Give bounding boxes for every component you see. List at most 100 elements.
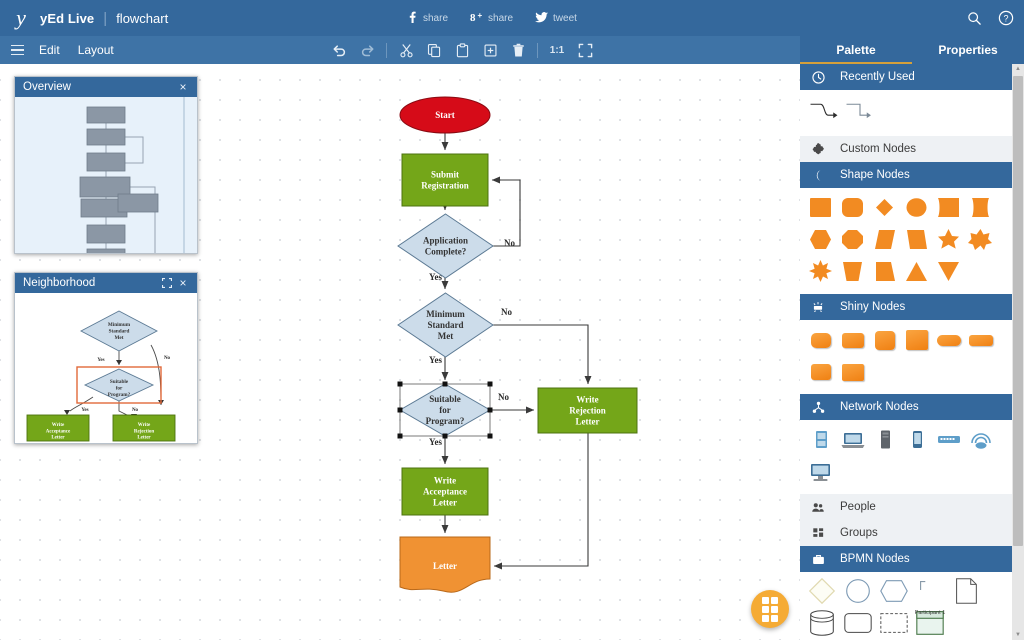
fit-content-button[interactable]: [571, 36, 599, 64]
palette-shape-node-14[interactable]: [871, 258, 899, 286]
palette-network-node-tower[interactable]: [871, 426, 899, 454]
flow-node-submit[interactable]: Submit Registration: [401, 153, 489, 207]
social-share-googleplus[interactable]: 8 + share: [470, 11, 513, 25]
palette-scroll-area[interactable]: Recently Used Custom Nodes Shape Nodes Shin…: [800, 64, 1012, 640]
neighborhood-panel[interactable]: Neighborhood × Minimum Standard Met Suitabl…: [14, 272, 198, 444]
palette-network-node-wifi[interactable]: [967, 426, 995, 454]
palette-shiny-node-1[interactable]: [839, 326, 867, 354]
palette-shape-node-0[interactable]: [807, 194, 835, 222]
palette-shiny-node-5[interactable]: [967, 326, 995, 354]
selection-handle[interactable]: [397, 407, 403, 413]
delete-button[interactable]: [504, 36, 532, 64]
palette-shape-node-9[interactable]: [903, 226, 931, 254]
flow-node-letter[interactable]: Letter: [399, 536, 491, 593]
flow-node-suitable[interactable]: Suitable for Program?: [397, 381, 493, 439]
palette-shiny-node-7[interactable]: [839, 358, 867, 386]
flow-node-start[interactable]: Start: [399, 96, 491, 134]
palette-shape-node-5[interactable]: [967, 194, 995, 222]
palette-section-header-shiny-nodes[interactable]: Shiny Nodes: [800, 294, 1012, 320]
overview-thumbnail[interactable]: [15, 97, 197, 253]
palette-shape-node-16[interactable]: [935, 258, 963, 286]
social-share-twitter[interactable]: tweet: [535, 11, 577, 25]
cut-button[interactable]: [392, 36, 420, 64]
overview-panel[interactable]: Overview ×: [14, 76, 198, 254]
paste-button[interactable]: [448, 36, 476, 64]
scrollbar-thumb[interactable]: [1013, 76, 1023, 546]
help-icon[interactable]: ?: [996, 8, 1016, 28]
palette-shape-node-3[interactable]: [903, 194, 931, 222]
palette-shape-node-11[interactable]: [967, 226, 995, 254]
palette-shiny-node-6[interactable]: [807, 358, 835, 386]
palette-edge-1[interactable]: [844, 96, 876, 126]
palette-shiny-node-0[interactable]: [807, 326, 835, 354]
scrollbar-up-arrow[interactable]: ▲: [1015, 66, 1021, 72]
duplicate-button[interactable]: [476, 36, 504, 64]
neighborhood-expand-icon[interactable]: [159, 275, 175, 291]
palette-shiny-node-4[interactable]: [935, 326, 963, 354]
palette-section-header-custom-nodes[interactable]: Custom Nodes: [800, 136, 1012, 162]
palette-bpmn-task-hexagon[interactable]: [878, 576, 910, 606]
palette-network-node-phone[interactable]: [903, 426, 931, 454]
palette-network-node-switch[interactable]: [935, 426, 963, 454]
tab-palette[interactable]: Palette: [800, 36, 912, 64]
palette-network-node-laptop[interactable]: [839, 426, 867, 454]
zoom-1-1-button[interactable]: 1:1: [543, 36, 571, 64]
hamburger-menu-icon[interactable]: [4, 36, 30, 64]
palette-shiny-node-3[interactable]: [903, 326, 931, 354]
palette-shape-node-13[interactable]: [839, 258, 867, 286]
redo-button[interactable]: [353, 36, 381, 64]
palette-shape-node-2[interactable]: [871, 194, 899, 222]
neighborhood-close-icon[interactable]: ×: [175, 275, 191, 291]
flow-edge-9[interactable]: [493, 433, 589, 570]
palette-section-header-people[interactable]: People: [800, 494, 1012, 520]
palette-bpmn-participant[interactable]: Participant 1: [914, 608, 946, 638]
tab-properties[interactable]: Properties: [912, 36, 1024, 64]
palette-shape-node-4[interactable]: [935, 194, 963, 222]
social-share-facebook[interactable]: share: [405, 11, 448, 25]
apps-grid-fab[interactable]: [751, 590, 789, 628]
palette-section-header-network-nodes[interactable]: Network Nodes: [800, 394, 1012, 420]
overview-close-icon[interactable]: ×: [175, 79, 191, 95]
flow-node-rejection[interactable]: Write Rejection Letter: [537, 387, 638, 434]
palette-bpmn-event[interactable]: [842, 576, 874, 606]
palette-shape-node-6[interactable]: [807, 226, 835, 254]
palette-scrollbar[interactable]: ▲ ▼: [1012, 64, 1024, 640]
flow-edge-5[interactable]: [493, 324, 592, 385]
palette-shape-node-1[interactable]: [839, 194, 867, 222]
palette-bpmn-ad-hoc[interactable]: [878, 608, 910, 638]
palette-bpmn-data-store[interactable]: [806, 608, 838, 638]
flow-node-minstd[interactable]: Minimum Standard Met: [397, 292, 494, 358]
flow-node-appcomp[interactable]: Application Complete?: [397, 213, 494, 279]
palette-shape-node-8[interactable]: [871, 226, 899, 254]
palette-section-header-groups[interactable]: Groups: [800, 520, 1012, 546]
palette-section-header-shape-nodes[interactable]: Shape Nodes: [800, 162, 1012, 188]
palette-shiny-node-2[interactable]: [871, 326, 899, 354]
selection-handle[interactable]: [487, 407, 493, 413]
palette-network-node-desktop[interactable]: [807, 458, 835, 486]
palette-section-header-recently-used[interactable]: Recently Used: [800, 64, 1012, 90]
palette-bpmn-conversation[interactable]: [914, 576, 946, 606]
palette-bpmn-gateway[interactable]: [806, 576, 838, 606]
search-icon[interactable]: [964, 8, 984, 28]
selection-handle[interactable]: [397, 433, 403, 439]
flow-node-acceptance[interactable]: Write Acceptance Letter: [401, 467, 489, 516]
selection-handle[interactable]: [442, 381, 448, 387]
selection-handle[interactable]: [487, 381, 493, 387]
selection-handle[interactable]: [442, 433, 448, 439]
palette-shape-node-10[interactable]: [935, 226, 963, 254]
palette-shape-node-15[interactable]: [903, 258, 931, 286]
palette-shape-node-7[interactable]: [839, 226, 867, 254]
palette-bpmn-rounded-task[interactable]: [842, 608, 874, 638]
selection-handle[interactable]: [397, 381, 403, 387]
neighborhood-view[interactable]: Minimum Standard Met Suitable for Program? Wri…: [15, 293, 197, 443]
undo-button[interactable]: [325, 36, 353, 64]
selection-handle[interactable]: [487, 433, 493, 439]
flow-edge-2[interactable]: [491, 176, 521, 247]
palette-section-header-bpmn-nodes[interactable]: BPMN Nodes: [800, 546, 1012, 572]
menu-item-layout[interactable]: Layout: [69, 36, 123, 64]
palette-network-node-server[interactable]: [807, 426, 835, 454]
palette-shape-node-12[interactable]: [807, 258, 835, 286]
scrollbar-down-arrow[interactable]: ▼: [1015, 632, 1021, 638]
copy-button[interactable]: [420, 36, 448, 64]
palette-bpmn-document[interactable]: [950, 576, 982, 606]
